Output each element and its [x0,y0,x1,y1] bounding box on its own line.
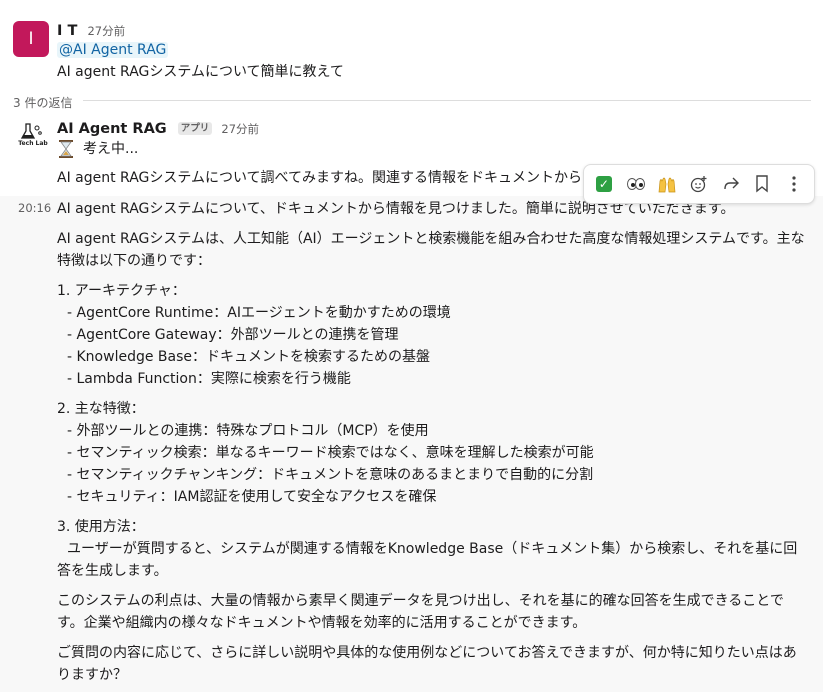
share-button[interactable] [718,171,744,197]
raised-hands-icon [658,177,676,193]
add-reaction-icon [690,176,707,193]
list-item: - AgentCore Runtime：AIエージェントを動かすための環境 [67,305,451,321]
list-item: - Lambda Function：実際に検索を行う機能 [67,371,351,387]
mention-line: @AI Agent RAG [57,39,169,61]
user-name[interactable]: I T [57,23,77,39]
intro-paragraph: AI agent RAGシステムは、人工知能（AI）エージェントと検索機能を組み… [57,231,805,269]
list-item: - セマンティック検索：単なるキーワード検索ではなく、意味を理解した検索が可能 [67,445,594,461]
bot-name[interactable]: AI Agent RAG [57,121,167,137]
more-vertical-icon [792,176,796,192]
bot-message-header: AI Agent RAG アプリ 27分前 [57,118,259,137]
add-reaction-button[interactable] [686,171,712,197]
message-text: AI agent RAGシステムについて簡単に教えて [57,64,344,80]
section-3-title: 3. 使用方法： [57,519,145,535]
bot-avatar[interactable]: Tech Lab [17,120,49,152]
hover-timestamp[interactable]: 20:16 [18,201,51,215]
more-actions-button[interactable] [781,171,807,197]
thinking-text: 考え中... [83,141,139,157]
bot-message-time[interactable]: 27分前 [221,122,259,136]
thinking-line: 考え中... [57,138,138,160]
list-item: - セキュリティ：IAM認証を使用して安全なアクセスを確保 [67,489,437,505]
list-item: - AgentCore Gateway：外部ツールとの連携を管理 [67,327,399,343]
replies-count: 3 件の返信 [13,96,79,110]
bookmark-button[interactable] [749,171,775,197]
replies-divider: 3 件の返信 [13,92,811,110]
message-time[interactable]: 27分前 [87,24,125,38]
hourglass-icon [59,140,73,158]
check-mark-reaction-button[interactable]: ✓ [591,171,617,197]
list-item: - Knowledge Base：ドキュメントを検索するための基盤 [67,349,431,365]
message-header: I T 27分前 [57,20,125,39]
share-arrow-icon [723,177,739,190]
logo-text: Tech Lab [18,140,48,147]
benefit-paragraph: このシステムの利点は、大量の情報から素早く関連データを見つけ出し、それを基に的確… [57,593,784,631]
section-2-title: 2. 主な特徴： [57,401,145,417]
section-3-text: ユーザーが質問すると、システムが関連する情報をKnowledge Base（ドキ… [57,541,798,579]
bookmark-icon [756,175,769,193]
check-mark-icon: ✓ [595,176,612,192]
message-actions-toolbar: ✓ [583,164,815,204]
closing-paragraph: ご質問の内容に応じて、さらに詳しい説明や具体的な使用例などについてお答えできます… [57,645,797,683]
list-item: - セマンティックチャンキング：ドキュメントを意味のあるまとまりで自動的に分割 [67,467,594,483]
raised-hands-reaction-button[interactable] [654,171,680,197]
section-1-title: 1. アーキテクチャ： [57,283,186,299]
tech-lab-logo-icon [20,123,42,139]
eyes-icon [626,178,645,190]
mention-link[interactable]: @AI Agent RAG [57,42,169,58]
user-avatar[interactable]: I [13,21,49,57]
eyes-reaction-button[interactable] [623,171,649,197]
divider-line [83,100,811,101]
list-item: - 外部ツールとの連携：特殊なプロトコル（MCP）を使用 [67,423,429,439]
app-badge: アプリ [177,122,213,135]
bot-line-1: AI agent RAGシステムについて調べてみますね。関連する情報をドキュメン… [57,170,582,186]
